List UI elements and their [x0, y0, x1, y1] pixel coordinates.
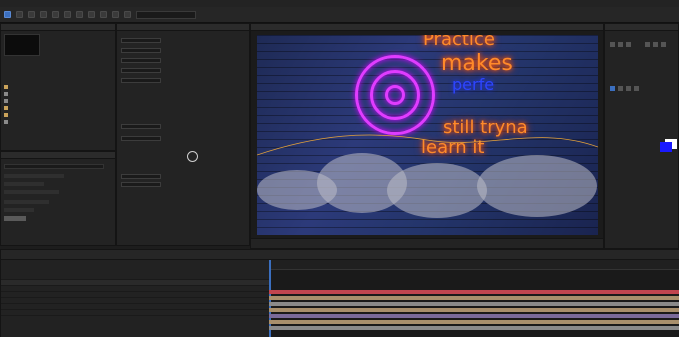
property-row[interactable] [121, 48, 161, 53]
list-item[interactable] [4, 174, 64, 178]
eraser-tool-icon[interactable] [112, 11, 119, 18]
text-tool-icon[interactable] [76, 11, 83, 18]
rotate-tool-icon[interactable] [40, 11, 47, 18]
distribute-icon[interactable] [634, 86, 639, 91]
layer-bar[interactable] [269, 326, 679, 330]
distribute-icon[interactable] [610, 86, 615, 91]
distribute-icon[interactable] [618, 86, 623, 91]
list-item[interactable] [4, 182, 44, 186]
motion-path[interactable] [257, 35, 598, 235]
project-panel [0, 23, 116, 151]
search-help-input[interactable] [136, 10, 196, 19]
stroke-color-swatch[interactable] [660, 142, 672, 152]
align-right-icon[interactable] [626, 42, 631, 47]
effects-presets-tab[interactable] [1, 152, 115, 159]
effect-controls-panel [116, 23, 250, 246]
selection-tool-icon[interactable] [4, 11, 11, 18]
list-item[interactable] [4, 119, 112, 124]
property-dropdown[interactable] [121, 78, 161, 83]
table-row[interactable] [1, 310, 269, 316]
list-item[interactable] [4, 84, 112, 89]
property-dropdown[interactable] [121, 124, 161, 129]
camera-tool-icon[interactable] [52, 11, 59, 18]
properties-panel [604, 23, 679, 249]
list-item[interactable] [4, 200, 49, 204]
property-row[interactable] [121, 174, 161, 179]
layer-bar[interactable] [269, 302, 679, 306]
property-dropdown[interactable] [121, 38, 161, 43]
layer-bar[interactable] [269, 320, 679, 324]
align-bottom-icon[interactable] [661, 42, 666, 47]
effects-search-input[interactable] [4, 164, 104, 169]
composition-panel: Practice makes perfe still tryna learn i… [250, 23, 604, 249]
layer-bar[interactable] [269, 290, 679, 294]
distribute-icon[interactable] [626, 86, 631, 91]
align-middle-icon[interactable] [653, 42, 658, 47]
property-dropdown[interactable] [121, 174, 161, 179]
layer-list [1, 260, 269, 337]
list-item[interactable] [4, 105, 112, 110]
tool-bar [0, 7, 679, 23]
composition-footer-bar [251, 238, 603, 248]
align-left-icon[interactable] [610, 42, 615, 47]
timeline-panel [0, 249, 679, 337]
property-dropdown[interactable] [121, 182, 161, 187]
property-dropdown[interactable] [121, 68, 161, 73]
layer-bar[interactable] [269, 296, 679, 300]
hand-tool-icon[interactable] [16, 11, 23, 18]
layer-bar[interactable] [269, 308, 679, 312]
property-dropdown[interactable] [121, 58, 161, 63]
property-row[interactable] [121, 124, 161, 129]
list-item[interactable] [4, 98, 112, 103]
zoom-tool-icon[interactable] [28, 11, 35, 18]
composition-canvas[interactable]: Practice makes perfe still tryna learn i… [257, 35, 598, 235]
property-row[interactable] [121, 182, 161, 187]
list-item[interactable] [4, 91, 112, 96]
timeline-graph[interactable] [269, 260, 679, 337]
brush-tool-icon[interactable] [88, 11, 95, 18]
list-item[interactable] [4, 190, 59, 194]
stamp-tool-icon[interactable] [100, 11, 107, 18]
info-tab[interactable] [605, 24, 678, 31]
puppet-tool-icon[interactable] [124, 11, 131, 18]
list-item[interactable] [4, 112, 112, 117]
menu-bar [0, 0, 679, 7]
effect-controls-tab[interactable] [117, 24, 249, 31]
timeline-tabs [1, 250, 679, 260]
property-dropdown[interactable] [121, 136, 161, 141]
align-center-icon[interactable] [618, 42, 623, 47]
align-top-icon[interactable] [645, 42, 650, 47]
footage-thumbnail [4, 34, 40, 56]
property-row[interactable] [121, 136, 161, 141]
pen-tool-icon[interactable] [64, 11, 71, 18]
layer-bar[interactable] [269, 314, 679, 318]
property-row[interactable] [121, 68, 161, 73]
property-dropdown[interactable] [121, 48, 161, 53]
composition-tab[interactable] [251, 24, 603, 31]
effects-presets-panel [0, 151, 116, 246]
angle-dial[interactable] [187, 151, 198, 162]
project-tab[interactable] [1, 24, 115, 31]
property-row[interactable] [121, 78, 161, 83]
property-row[interactable] [121, 38, 161, 43]
property-row[interactable] [121, 58, 161, 63]
time-ruler[interactable] [269, 260, 679, 270]
list-item[interactable] [4, 216, 26, 221]
list-item[interactable] [4, 208, 34, 212]
